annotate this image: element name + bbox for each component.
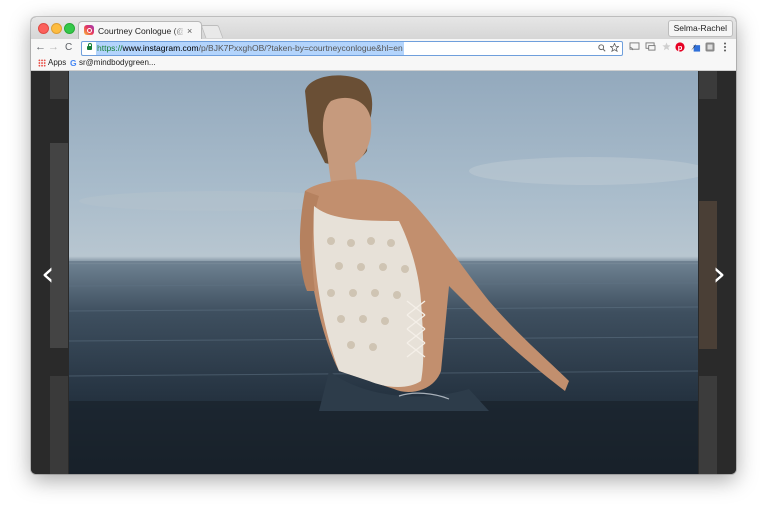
feather-extension-icon[interactable] bbox=[690, 42, 701, 55]
svg-text:p: p bbox=[678, 43, 683, 52]
lock-icon bbox=[87, 43, 92, 50]
extension-square-icon[interactable] bbox=[705, 42, 715, 55]
previous-post-button[interactable]: ‹ bbox=[41, 257, 55, 291]
background-thumbnail bbox=[699, 71, 717, 99]
apps-grid-icon[interactable] bbox=[38, 59, 46, 67]
tab-close-icon[interactable]: × bbox=[187, 25, 192, 37]
bookmark-mindbodygreen[interactable]: sr@mindbodygreen... bbox=[79, 57, 156, 69]
window-close-button[interactable] bbox=[38, 23, 49, 34]
url-host: www.instagram.com bbox=[122, 43, 199, 53]
url-path: /p/BJK7PxxghOB/?taken-by=courtneyconlogu… bbox=[198, 43, 403, 53]
window-maximize-button[interactable] bbox=[64, 23, 75, 34]
tab-title-fade bbox=[173, 24, 185, 38]
cast-icon[interactable] bbox=[629, 42, 640, 54]
background-thumbnail bbox=[50, 143, 68, 348]
instagram-lightbox[interactable]: ‹ › bbox=[31, 71, 736, 474]
background-thumbnail bbox=[50, 376, 68, 474]
toolbar: ← → C https://www.instagram.com/p/BJK7Px… bbox=[31, 39, 736, 56]
screen-share-icon[interactable] bbox=[645, 42, 656, 54]
tab-instagram[interactable]: Courtney Conlogue (@courtne × bbox=[78, 21, 202, 40]
browser-window: Courtney Conlogue (@courtne × Selma-Rach… bbox=[31, 17, 736, 474]
bookmark-apps[interactable]: Apps bbox=[48, 57, 66, 69]
instagram-icon bbox=[84, 25, 94, 35]
pinterest-icon[interactable]: p bbox=[675, 42, 685, 55]
address-bar[interactable]: https://www.instagram.com/p/BJK7PxxghOB/… bbox=[81, 41, 623, 56]
background-thumbnail bbox=[50, 71, 68, 99]
background-thumbnail bbox=[699, 376, 717, 474]
extension-star-icon[interactable] bbox=[662, 42, 671, 54]
window-minimize-button[interactable] bbox=[51, 23, 62, 34]
bookmark-star-icon[interactable] bbox=[609, 42, 620, 53]
bookmarks-bar: Apps G sr@mindbodygreen... bbox=[31, 56, 736, 71]
next-post-button[interactable]: › bbox=[712, 257, 726, 291]
post-photo[interactable] bbox=[69, 71, 698, 474]
url-text[interactable]: https://www.instagram.com/p/BJK7PxxghOB/… bbox=[96, 42, 404, 55]
new-tab-button[interactable] bbox=[200, 25, 224, 38]
back-button[interactable]: ← bbox=[35, 40, 46, 55]
zoom-icon[interactable] bbox=[598, 44, 606, 52]
google-g-icon: G bbox=[70, 58, 77, 68]
omnibox-icons bbox=[598, 42, 620, 55]
tab-title: Courtney Conlogue (@courtne bbox=[98, 26, 183, 36]
reload-button[interactable]: C bbox=[65, 40, 72, 55]
photo-subject-illustration bbox=[69, 75, 698, 474]
menu-kebab-icon[interactable] bbox=[723, 42, 727, 55]
profile-button[interactable]: Selma-Rachel bbox=[667, 20, 733, 37]
forward-button[interactable]: → bbox=[48, 40, 59, 55]
tab-strip: Courtney Conlogue (@courtne × Selma-Rach… bbox=[31, 17, 736, 40]
url-scheme: https:// bbox=[97, 43, 123, 53]
